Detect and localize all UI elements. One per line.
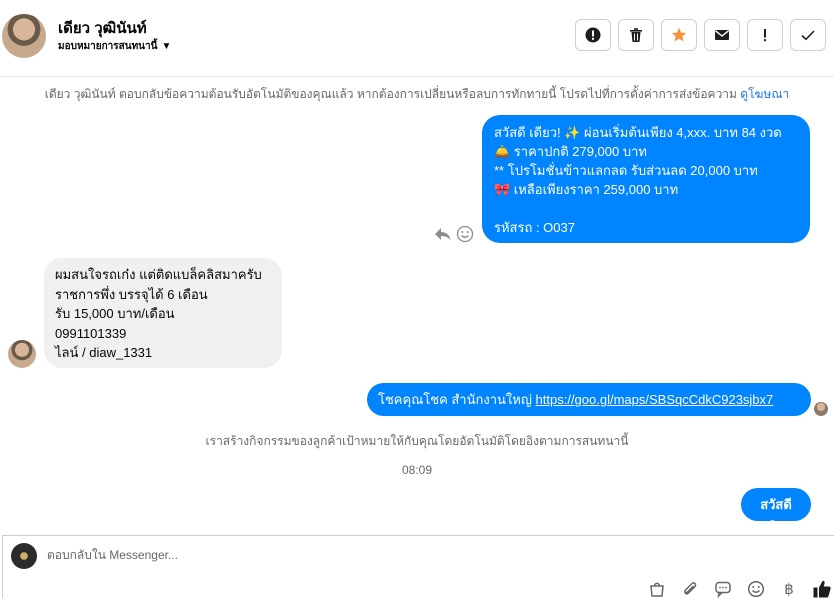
paperclip-icon[interactable] — [680, 579, 700, 599]
trash-icon — [630, 28, 642, 42]
message-timestamp: 08:09 — [401, 463, 433, 477]
checkmark-icon — [801, 30, 815, 41]
assign-label: มอบหมายการสนทนานี้ — [58, 41, 158, 52]
follow-up-button[interactable] — [747, 19, 783, 51]
message-line: ผมสนใจรถเก๋ง แต่ติดแบล็คลิสมาครับ — [55, 267, 262, 282]
mark-done-button[interactable] — [790, 19, 826, 51]
svg-text:฿: ฿ — [784, 580, 794, 598]
star-icon — [671, 27, 687, 42]
message-bubble-outgoing[interactable]: โชคคุณโชค สำนักงานใหญ่ https://goo.gl/ma… — [367, 383, 811, 416]
contact-avatar[interactable] — [2, 14, 46, 58]
system-message: เราสร้างกิจกรรมของลูกค้าเป้าหมายให้กับคุ… — [205, 434, 629, 448]
caret-down-icon: ▼ — [161, 41, 172, 52]
message-bubble-incoming[interactable]: ผมสนใจรถเก๋ง แต่ติดแบล็คลิสมาครับ ราชการ… — [44, 258, 282, 368]
conversation-actions — [575, 19, 826, 51]
contact-name[interactable]: เดียว วุฒินันท์ — [58, 16, 147, 40]
message-text: สวัสดีคะ — [760, 497, 792, 531]
composer-toolbar: ฿ — [647, 579, 832, 599]
map-link[interactable]: https://goo.gl/maps/SBSqcCdkC923sjbx7 — [536, 392, 774, 407]
message-line — [494, 199, 798, 218]
emoji-icon[interactable] — [746, 579, 766, 599]
delete-button[interactable] — [618, 19, 654, 51]
message-line: ไลน์ / diaw_1331 — [55, 345, 153, 360]
mark-unread-button[interactable] — [704, 19, 740, 51]
envelope-icon — [715, 30, 729, 40]
message-line: รหัสรถ : O037 — [494, 220, 575, 235]
message-line: 🎀 เหลือเพียงราคา 259,000 บาท — [494, 182, 679, 197]
emoji-reaction-icon[interactable] — [456, 225, 474, 248]
alert-circle-icon — [585, 27, 601, 43]
message-line: ราชการพึ่ง บรรจุได้ 6 เดือน — [55, 286, 208, 302]
message-line: 0991101339 — [55, 325, 127, 341]
chat-bubble-icon[interactable] — [713, 579, 733, 599]
message-line: รับ 15,000 บาท/เดือน — [55, 306, 175, 321]
baht-icon[interactable]: ฿ — [779, 579, 799, 599]
notice-text: เดียว วุฒินันท์ ตอบกลับข้อความต้อนรับอัต… — [44, 87, 737, 101]
report-spam-button[interactable] — [575, 19, 611, 51]
message-composer: ฿ — [2, 535, 834, 598]
message-bubble-outgoing[interactable]: สวัสดี เดียว! ✨ ผ่อนเริ่มต้นเพียง 4,xxx.… — [482, 115, 810, 243]
sender-avatar[interactable] — [8, 340, 36, 368]
assign-conversation-dropdown[interactable]: มอบหมายการสนทนานี้ ▼ — [58, 39, 171, 54]
reply-icon[interactable] — [434, 226, 452, 247]
reply-input[interactable] — [47, 548, 607, 562]
auto-reply-notice: เดียว วุฒินันท์ ตอบกลับข้อความต้อนรับอัต… — [0, 85, 834, 104]
message-line: ** โปรโมชั่นข้าวแลกลด รับส่วนลด 20,000 บ… — [494, 163, 758, 178]
message-hover-actions — [434, 225, 474, 248]
view-ad-link[interactable]: ดูโฆษณา — [740, 87, 789, 101]
conversation-header: เดียว วุฒินันท์ มอบหมายการสนทนานี้ ▼ — [0, 0, 834, 77]
message-line: 🛎️ ราคาปกติ 279,000 บาท — [494, 144, 647, 159]
shopping-bag-icon[interactable] — [647, 579, 667, 599]
exclamation-icon — [764, 29, 766, 42]
message-line: สวัสดี เดียว! ✨ ผ่อนเริ่มต้นเพียง 4,xxx.… — [494, 125, 782, 140]
seen-avatar — [814, 402, 828, 416]
thumbs-up-icon[interactable] — [812, 579, 832, 599]
page-avatar — [11, 543, 37, 569]
star-button[interactable] — [661, 19, 697, 51]
message-text: โชคคุณโชค สำนักงานใหญ่ — [378, 392, 532, 407]
message-bubble-outgoing[interactable]: สวัสดีคะ — [741, 488, 811, 531]
